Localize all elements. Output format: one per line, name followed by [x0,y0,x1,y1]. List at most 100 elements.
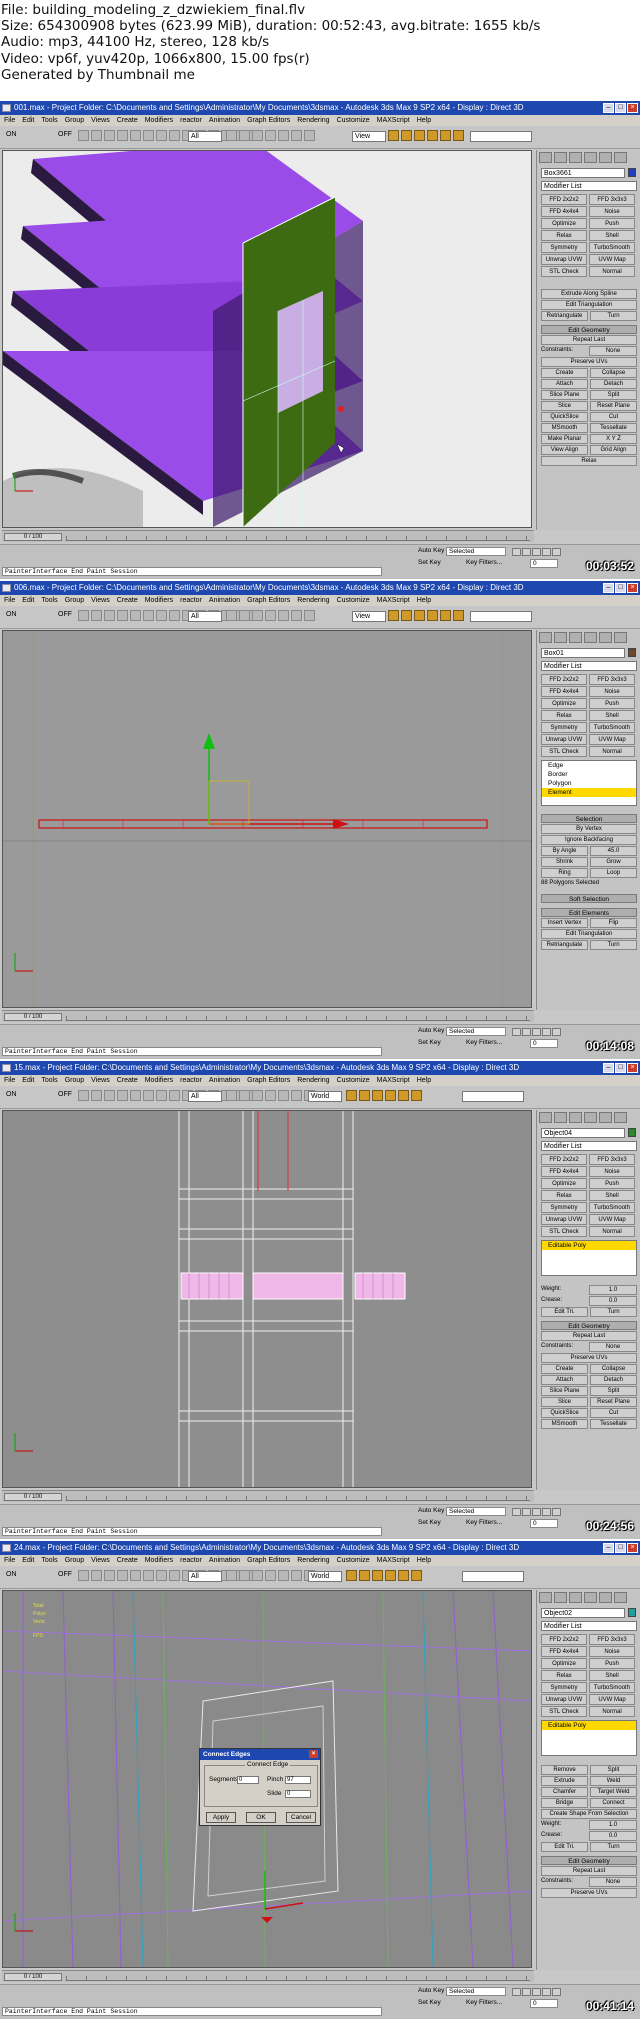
rollout-button[interactable]: Edit Triangulation [541,300,637,310]
menu-item[interactable]: Group [65,115,84,126]
tool-icon[interactable] [398,1090,409,1101]
play-icon[interactable] [532,1028,541,1036]
menu-item[interactable]: Customize [337,115,370,126]
menu-item[interactable]: Graph Editors [247,1075,290,1086]
menu-item[interactable]: MAXScript [377,595,410,606]
create-tab-icon[interactable] [539,152,552,163]
menu-item[interactable]: Customize [337,1075,370,1086]
modifier-list-dropdown[interactable]: Modifier List [541,661,637,671]
rollout-button[interactable]: Attach [541,379,588,389]
perspective-viewport[interactable] [2,150,532,528]
rollout-button[interactable]: Turn [590,1307,637,1317]
rollout-button[interactable]: Repeat Last [541,1331,637,1341]
rollout-button[interactable]: Split [590,1386,637,1396]
utilities-tab-icon[interactable] [614,1112,627,1123]
object-name-field[interactable]: Object04 [541,1128,625,1138]
modifier-button[interactable]: Optimize [541,218,587,229]
auto-key-button[interactable]: Auto Key [418,1027,444,1034]
go-start-icon[interactable] [512,1028,521,1036]
undo-button[interactable]: ON [6,611,17,618]
named-selection-field[interactable] [470,131,532,142]
rollout-button[interactable]: Create Shape From Selection [541,1809,637,1819]
modifier-button[interactable]: Optimize [541,1178,587,1189]
tool-icon[interactable] [252,1570,263,1581]
tool-icon[interactable] [156,1570,167,1581]
modify-tab-icon[interactable] [554,152,567,163]
rollout-button[interactable]: Retriangulate [541,311,588,321]
play-icon[interactable] [532,1988,541,1996]
menu-item[interactable]: File [4,1555,15,1566]
menu-item[interactable]: MAXScript [377,115,410,126]
menu-item[interactable]: Tools [41,1075,57,1086]
redo-button[interactable]: OFF [58,1571,72,1578]
selection-filter-dropdown[interactable]: All [188,611,222,622]
menu-item[interactable]: Customize [337,1555,370,1566]
tool-icon[interactable] [388,130,399,141]
rollout-button[interactable]: None [589,1342,637,1352]
rollout-button[interactable]: None [589,346,637,356]
tool-icon[interactable] [401,610,412,621]
tool-icon[interactable] [398,1570,409,1581]
menu-item[interactable]: Tools [41,595,57,606]
modifier-button[interactable]: Push [589,1658,635,1669]
slide-input[interactable]: 0 [285,1790,311,1798]
modifier-list-dropdown[interactable]: Modifier List [541,1621,637,1631]
named-selection-field[interactable] [462,1571,524,1582]
tool-icon[interactable] [156,1090,167,1101]
menu-item[interactable]: Rendering [297,1075,329,1086]
tool-icon[interactable] [265,1570,276,1581]
menu-item[interactable]: reactor [180,595,202,606]
object-color-swatch[interactable] [628,168,636,177]
menu-item[interactable]: Animation [209,1075,240,1086]
tool-icon[interactable] [78,130,89,141]
named-selection-field[interactable] [470,611,532,622]
prev-frame-icon[interactable] [522,1988,531,1996]
modifier-button[interactable]: Relax [541,1670,587,1681]
tool-icon[interactable] [440,610,451,621]
menu-item[interactable]: reactor [180,1075,202,1086]
menu-item[interactable]: reactor [180,1555,202,1566]
tool-icon[interactable] [440,130,451,141]
modifier-button[interactable]: Normal [589,1226,635,1237]
menu-item[interactable]: Help [417,115,431,126]
close-icon[interactable]: × [309,1750,318,1758]
rollout-button[interactable]: Shrink [541,857,588,867]
time-slider-thumb[interactable]: 0 / 100 [4,1013,62,1021]
minimize-icon[interactable]: – [603,1543,614,1553]
object-name-field[interactable]: Box3661 [541,168,625,178]
tool-icon[interactable] [226,130,237,141]
menu-item[interactable]: File [4,1075,15,1086]
next-frame-icon[interactable] [542,1028,551,1036]
tool-icon[interactable] [117,1090,128,1101]
minimize-icon[interactable]: – [603,1063,614,1073]
modify-tab-icon[interactable] [554,632,567,643]
modifier-button[interactable]: FFD 3x3x3 [589,1154,635,1165]
tool-icon[interactable] [239,1090,250,1101]
rollout-button[interactable]: Edit Triangulation [541,929,637,939]
rollout-button[interactable]: MSmooth [541,1419,588,1429]
tool-icon[interactable] [104,1570,115,1581]
menu-item[interactable]: Graph Editors [247,1555,290,1566]
tool-icon[interactable] [143,130,154,141]
selection-filter-dropdown[interactable]: All [188,131,222,142]
object-color-swatch[interactable] [628,1128,636,1137]
play-icon[interactable] [532,548,541,556]
key-filters-button[interactable]: Key Filters... [466,1039,502,1046]
tool-icon[interactable] [78,610,89,621]
rollout-button[interactable]: Preserve UVs [541,1353,637,1363]
menu-item[interactable]: Help [417,1555,431,1566]
tool-icon[interactable] [291,1090,302,1101]
tool-icon[interactable] [427,610,438,621]
rollout-button[interactable]: 45.0 [590,846,637,856]
rollout-button[interactable]: Make Planar [541,434,588,444]
menu-item[interactable]: Animation [209,595,240,606]
modifier-button[interactable]: Noise [589,1646,635,1657]
modifier-button[interactable]: UVW Map [589,1694,635,1705]
modifier-button[interactable]: FFD 3x3x3 [589,1634,635,1645]
rollout-button[interactable]: Ignore Backfacing [541,835,637,845]
rollout-button[interactable]: Attach [541,1375,588,1385]
modifier-button[interactable]: Noise [589,1166,635,1177]
modifier-list-dropdown[interactable]: Modifier List [541,181,637,191]
menu-item[interactable]: Modifiers [145,1555,173,1566]
tool-icon[interactable] [304,610,315,621]
